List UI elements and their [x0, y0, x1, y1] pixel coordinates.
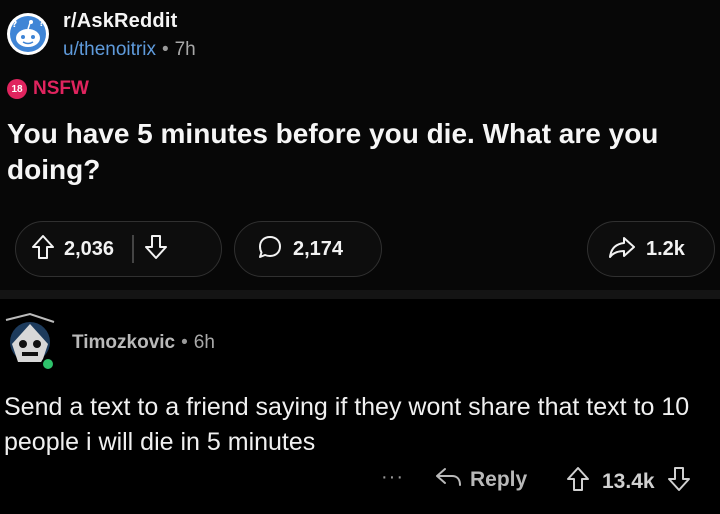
user-avatar-icon[interactable]: [2, 306, 58, 374]
section-divider: [0, 290, 720, 299]
post-comments-button[interactable]: 2,174: [234, 221, 382, 277]
meta-separator: •: [161, 39, 169, 60]
comment-age: 6h: [193, 332, 215, 353]
post-share-button[interactable]: 1.2k: [587, 221, 715, 277]
comment-vote-count: 13.4k: [602, 470, 655, 493]
nsfw-tag: 18 NSFW: [7, 77, 89, 101]
comment-meta: Timozkovic • 6h: [72, 332, 215, 354]
post-title[interactable]: You have 5 minutes before you die. What …: [7, 116, 719, 188]
more-options-button[interactable]: ···: [381, 466, 404, 489]
post-upvote-count: 2,036: [64, 237, 115, 260]
post-share-count: 1.2k: [646, 237, 685, 260]
post-meta: u/thenoitrix • 7h: [63, 39, 196, 61]
askreddit-logo-icon[interactable]: ? ?: [6, 12, 50, 56]
upvote-icon[interactable]: [566, 466, 590, 498]
svg-text:?: ?: [39, 19, 44, 29]
subreddit-name[interactable]: r/AskReddit: [63, 10, 177, 33]
downvote-icon[interactable]: [144, 234, 168, 265]
nsfw-18-icon: 18: [7, 79, 27, 99]
comment-actions: ··· Reply 13.4k: [0, 462, 720, 502]
comment-bubble-icon: [257, 234, 283, 265]
post-comment-count: 2,174: [293, 237, 344, 260]
post-vote-bar: 2,036: [15, 221, 222, 277]
post-author[interactable]: u/thenoitrix: [63, 39, 156, 60]
downvote-icon[interactable]: [667, 466, 691, 498]
reply-arrow-icon: [434, 466, 462, 494]
meta-separator: •: [181, 332, 188, 353]
nsfw-label: NSFW: [33, 78, 89, 99]
comment-vote-bar: 13.4k: [566, 466, 691, 498]
post-card: ? ? r/AskReddit u/thenoitrix • 7h 18 NSFW …: [0, 0, 720, 290]
comment-author[interactable]: Timozkovic: [72, 332, 175, 353]
svg-text:?: ?: [12, 20, 17, 30]
upvote-icon[interactable]: [31, 234, 55, 265]
post-age: 7h: [174, 39, 196, 60]
vote-separator: [132, 235, 134, 263]
comment-body: Send a text to a friend saying if they w…: [4, 393, 690, 456]
share-icon: [608, 235, 636, 264]
reply-button[interactable]: Reply: [434, 466, 527, 494]
reply-label: Reply: [470, 468, 528, 491]
